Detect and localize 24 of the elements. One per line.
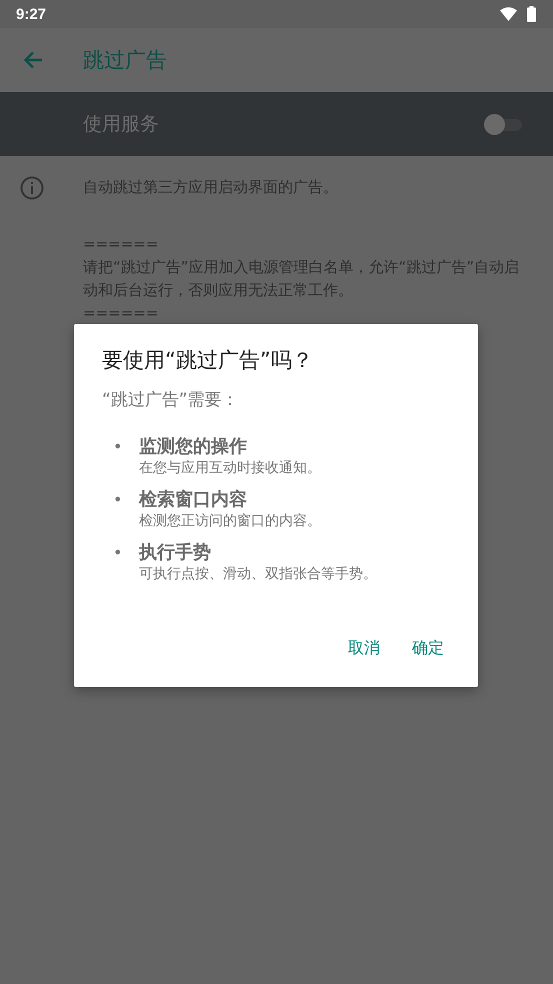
description-text: ====== [83,303,160,324]
permission-title: 监测您的操作 [139,435,248,459]
wifi-icon [500,7,517,21]
permission-title: 检索窗口内容 [139,488,248,512]
permission-detail: 检测您正访问的窗口的内容。 [139,512,321,530]
bullet-mark: • [112,489,124,511]
bullet-mark: • [112,436,124,458]
service-row[interactable]: 使用服务 [0,92,553,156]
bullet-mark: • [112,542,124,564]
permission-detail: 可执行点按、滑动、双指张合等手势。 [139,565,377,583]
permission-title: 执行手势 [139,541,212,565]
battery-icon [527,6,536,22]
description-text: ====== [83,234,160,255]
clock-time: 9:27 [16,6,46,22]
dialog-title: 要使用“跳过广告”吗？ [102,347,314,374]
permission-detail: 在您与应用互动时接收通知。 [139,459,321,477]
info-icon [20,176,44,200]
screen-title: 跳过广告 [83,47,167,74]
back-arrow-icon[interactable] [23,51,43,69]
dialog-subtitle: “跳过广告”需要： [102,389,240,411]
service-label: 使用服务 [83,112,159,137]
toggle-switch[interactable] [484,113,522,135]
confirm-button[interactable]: 确定 [400,630,456,667]
cancel-button[interactable]: 取消 [336,630,392,667]
